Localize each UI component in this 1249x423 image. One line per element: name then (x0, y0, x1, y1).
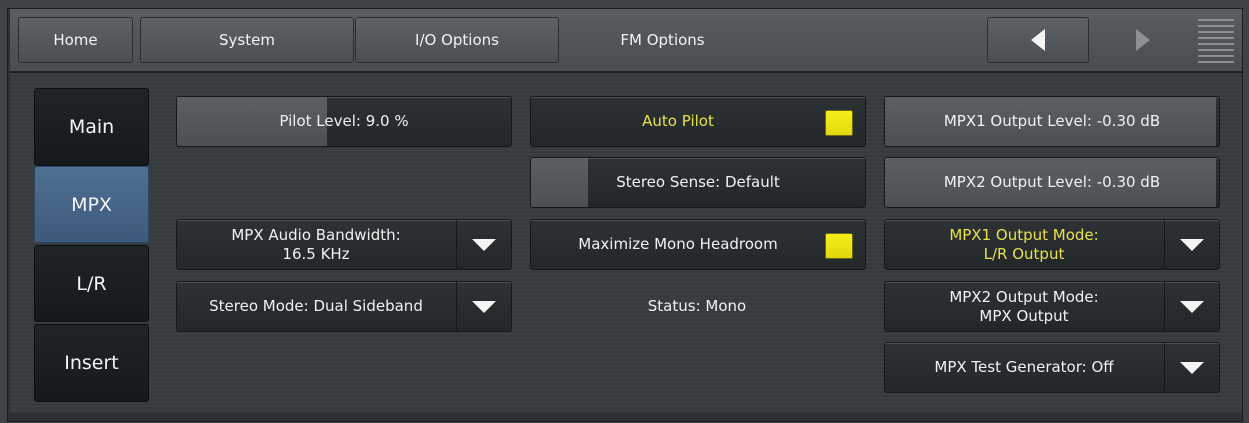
tab-home[interactable]: Home (18, 17, 133, 63)
chevron-down-icon (472, 300, 496, 313)
dropdown-arrow (1164, 220, 1219, 269)
mpx-test-generator-dropdown[interactable]: MPX Test Generator: Off (884, 342, 1220, 393)
dropdown-arrow (456, 282, 511, 331)
mpx-test-generator-label: MPX Test Generator: Off (934, 358, 1114, 376)
checkbox-on-icon (825, 233, 853, 259)
top-tab-bar: Home System I/O Options FM Options (10, 9, 1242, 73)
stereo-sense-fill (531, 158, 588, 207)
stereo-mode-label: Stereo Mode: Dual Sideband (209, 297, 423, 315)
mpx1-output-level-slider[interactable]: MPX1 Output Level: -0.30 dB (884, 96, 1220, 147)
dropdown-arrow (1164, 282, 1219, 331)
nav-back-button[interactable] (987, 17, 1089, 63)
tab-fm-options[interactable]: FM Options (560, 17, 765, 63)
sidebar-item-main[interactable]: Main (34, 88, 149, 166)
nav-forward-button[interactable] (1094, 17, 1192, 63)
checkbox-on-icon (825, 110, 853, 136)
dropdown-arrow (456, 220, 511, 269)
sidebar-item-insert[interactable]: Insert (34, 324, 149, 402)
mpx2-output-mode-label: MPX2 Output Mode: MPX Output (885, 288, 1163, 326)
chevron-down-icon (1180, 238, 1204, 251)
mpx1-output-mode-label: MPX1 Output Mode: L/R Output (885, 226, 1163, 264)
mpx2-output-mode-dropdown[interactable]: MPX2 Output Mode: MPX Output (884, 281, 1220, 332)
mpx-audio-bandwidth-title: MPX Audio Bandwidth: (231, 225, 401, 244)
chevron-down-icon (472, 238, 496, 251)
mpx2-output-mode-value: MPX Output (979, 306, 1069, 325)
left-triangle-icon (1031, 29, 1045, 51)
maximize-mono-headroom-label: Maximize Mono Headroom (578, 235, 778, 253)
status-text: Status: Mono (647, 296, 747, 315)
stereo-mode-dropdown[interactable]: Stereo Mode: Dual Sideband (176, 281, 512, 332)
pilot-level-slider[interactable]: Pilot Level: 9.0 % (176, 96, 512, 147)
sidebar-item-lr[interactable]: L/R (34, 245, 149, 322)
dropdown-arrow (1164, 343, 1219, 392)
mpx2-output-level-slider[interactable]: MPX2 Output Level: -0.30 dB (884, 157, 1220, 208)
tab-io-options[interactable]: I/O Options (355, 17, 559, 63)
tab-system[interactable]: System (140, 17, 354, 63)
mpx1-output-level-label: MPX1 Output Level: -0.30 dB (943, 112, 1161, 130)
mpx1-output-mode-dropdown[interactable]: MPX1 Output Mode: L/R Output (884, 219, 1220, 270)
mpx-audio-bandwidth-label: MPX Audio Bandwidth: 16.5 KHz (177, 226, 455, 264)
mpx-audio-bandwidth-dropdown[interactable]: MPX Audio Bandwidth: 16.5 KHz (176, 219, 512, 270)
mpx-audio-bandwidth-value: 16.5 KHz (282, 244, 350, 263)
stereo-sense-slider[interactable]: Stereo Sense: Default (530, 157, 866, 208)
stereo-sense-label: Stereo Sense: Default (616, 173, 780, 191)
mpx2-output-level-label: MPX2 Output Level: -0.30 dB (943, 173, 1161, 191)
right-triangle-icon (1136, 29, 1150, 51)
sidebar-item-mpx[interactable]: MPX (34, 166, 149, 243)
chevron-down-icon (1180, 361, 1204, 374)
maximize-mono-headroom-toggle[interactable]: Maximize Mono Headroom (530, 219, 866, 270)
auto-pilot-toggle[interactable]: Auto Pilot (530, 96, 866, 147)
pilot-level-label: Pilot Level: 9.0 % (279, 112, 409, 130)
mpx1-output-mode-title: MPX1 Output Mode: (949, 225, 1099, 244)
mpx1-output-mode-value: L/R Output (983, 244, 1065, 263)
chevron-down-icon (1180, 300, 1204, 313)
auto-pilot-label: Auto Pilot (642, 112, 714, 130)
menu-icon[interactable] (1198, 19, 1234, 63)
mpx2-output-mode-title: MPX2 Output Mode: (949, 287, 1099, 306)
